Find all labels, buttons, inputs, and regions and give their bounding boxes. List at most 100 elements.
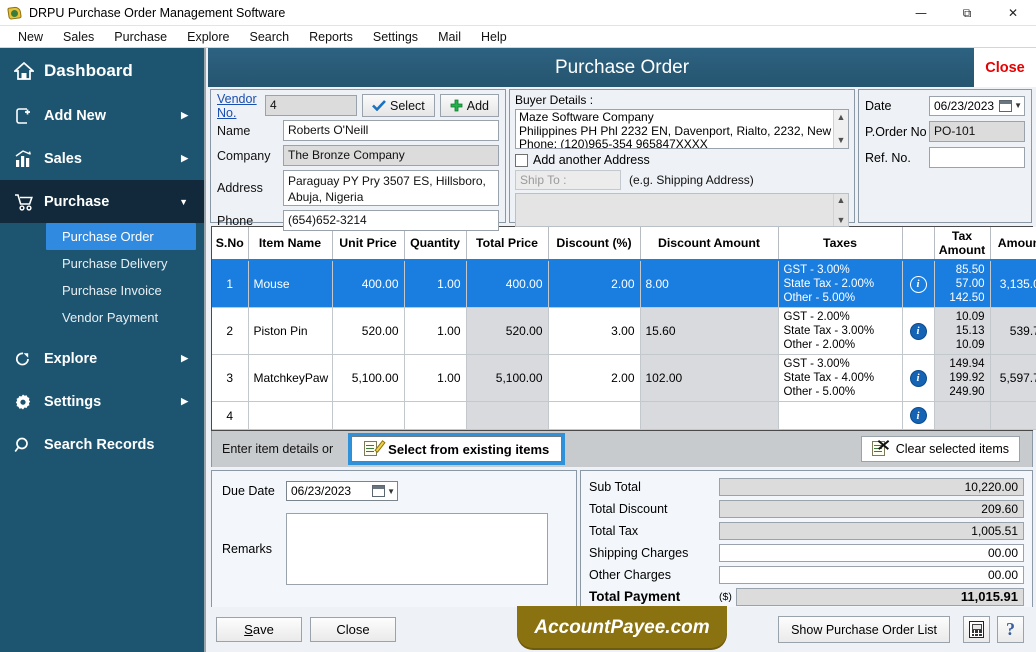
sidebar-item-search-records[interactable]: Search Records <box>0 423 204 466</box>
vendor-company-row: Company The Bronze Company <box>217 145 499 166</box>
vendor-no-label[interactable]: Vendor No. <box>217 92 265 120</box>
table-row[interactable]: 3 MatchkeyPaw 5,100.00 1.00 5,100.00 2.0… <box>212 354 1036 402</box>
vendor-company-input[interactable]: The Bronze Company <box>283 145 499 166</box>
shipping-address-textarea[interactable]: ▲ ▼ <box>515 193 849 227</box>
vendor-address-input[interactable]: Paraguay PY Pry 3507 ES, Hillsboro, Abuj… <box>283 170 499 206</box>
scroll-up-icon[interactable]: ▲ <box>837 111 846 125</box>
close-window-button[interactable]: ✕ <box>990 0 1036 26</box>
shipping-scrollbar[interactable]: ▲ ▼ <box>833 194 848 226</box>
table-row[interactable]: 2 Piston Pin 520.00 1.00 520.00 3.00 15.… <box>212 307 1036 355</box>
cell-discount-pct[interactable]: 2.00 <box>548 260 641 308</box>
sidebar-item-add-new[interactable]: Add New ▶ <box>0 94 204 137</box>
cell-item-name[interactable]: Mouse <box>248 260 333 308</box>
cell-item-name[interactable] <box>248 401 333 430</box>
info-icon[interactable]: i <box>909 322 927 340</box>
cell-info[interactable]: i <box>902 307 935 355</box>
cell-quantity[interactable]: 1.00 <box>404 307 467 355</box>
sidebar-item-purchase[interactable]: Purchase ▼ <box>0 180 204 223</box>
menu-item-new[interactable]: New <box>8 28 53 46</box>
po-number-row: P.Order No PO-101 <box>865 121 1025 142</box>
help-button[interactable]: ? <box>997 616 1024 643</box>
cell-total-price: 5,100.00 <box>466 354 549 402</box>
cell-tax-amount: 149.94 199.92 249.90 <box>934 354 991 402</box>
info-icon[interactable]: i <box>909 407 927 424</box>
menu-item-reports[interactable]: Reports <box>299 28 363 46</box>
sub-total-row: Sub Total 10,220.00 <box>589 477 1024 496</box>
sidebar-item-vendor-payment[interactable]: Vendor Payment <box>0 304 204 331</box>
close-button[interactable]: Close <box>310 617 396 642</box>
vendor-name-input[interactable]: Roberts O'Neill <box>283 120 499 141</box>
cell-item-name[interactable]: MatchkeyPaw <box>248 354 333 402</box>
scroll-up-icon[interactable]: ▲ <box>837 195 846 205</box>
cell-quantity[interactable]: 1.00 <box>404 260 467 308</box>
chevron-down-icon[interactable]: ▼ <box>1014 101 1022 110</box>
chevron-down-icon[interactable]: ▼ <box>387 487 395 496</box>
menu-item-mail[interactable]: Mail <box>428 28 471 46</box>
table-row[interactable]: 1 Mouse 400.00 1.00 400.00 2.00 8.00 GST… <box>212 260 1036 308</box>
scroll-down-icon[interactable]: ▼ <box>837 215 846 225</box>
buyer-details-textarea[interactable]: Maze Software Company Philippines PH Phl… <box>515 109 849 149</box>
clear-selected-items-button[interactable]: Clear selected items <box>860 436 1020 462</box>
vendor-name-label: Name <box>217 123 251 138</box>
col-discount-pct: Discount (%) <box>548 227 641 261</box>
buyer-scrollbar[interactable]: ▲ ▼ <box>833 110 848 148</box>
minimize-button[interactable]: — <box>898 0 944 26</box>
ship-to-input[interactable]: Ship To : <box>515 170 621 190</box>
calculator-button[interactable] <box>963 616 990 643</box>
select-existing-items-button[interactable]: Select from existing items <box>348 433 566 465</box>
cell-taxes: GST - 2.00% State Tax - 3.00% Other - 2.… <box>778 307 903 355</box>
remarks-textarea[interactable] <box>286 513 548 585</box>
order-date-input[interactable]: 06/23/2023 ▼ <box>929 95 1025 116</box>
menu-item-purchase[interactable]: Purchase <box>104 28 177 46</box>
vendor-phone-row: Phone (654)652-3214 <box>217 210 499 231</box>
vendor-phone-input[interactable]: (654)652-3214 <box>283 210 499 231</box>
menu-item-search[interactable]: Search <box>240 28 300 46</box>
add-another-address-row[interactable]: Add another Address <box>515 153 849 167</box>
page-close-button[interactable]: Close <box>974 48 1036 87</box>
scroll-down-icon[interactable]: ▼ <box>837 134 846 148</box>
menu-item-sales[interactable]: Sales <box>53 28 104 46</box>
add-vendor-button[interactable]: Add <box>439 94 499 117</box>
sidebar-item-purchase-delivery[interactable]: Purchase Delivery <box>0 250 204 277</box>
cell-unit-price[interactable]: 400.00 <box>332 260 405 308</box>
sidebar-item-dashboard[interactable]: Dashboard <box>0 48 204 94</box>
vendor-no-input[interactable]: 4 <box>265 95 357 116</box>
sidebar-item-purchase-order[interactable]: Purchase Order <box>46 223 196 250</box>
cell-item-name[interactable]: Piston Pin <box>248 307 333 355</box>
menu-item-help[interactable]: Help <box>471 28 517 46</box>
cell-quantity[interactable] <box>404 401 467 430</box>
sidebar-item-explore[interactable]: Explore ▶ <box>0 337 204 380</box>
sidebar-item-purchase-invoice[interactable]: Purchase Invoice <box>0 277 204 304</box>
cell-discount-pct[interactable] <box>548 401 641 430</box>
cell-info[interactable]: i <box>902 354 935 402</box>
save-button[interactable]: Save <box>216 617 302 642</box>
table-row[interactable]: 4 i <box>212 401 1036 430</box>
cell-info[interactable]: i <box>902 401 935 430</box>
menu-item-settings[interactable]: Settings <box>363 28 428 46</box>
maximize-button[interactable]: ⧉ <box>944 0 990 26</box>
info-icon[interactable]: i <box>909 369 927 387</box>
show-purchase-order-list-button[interactable]: Show Purchase Order List <box>778 616 950 643</box>
cell-unit-price[interactable] <box>332 401 405 430</box>
cell-quantity[interactable]: 1.00 <box>404 354 467 402</box>
cell-unit-price[interactable]: 520.00 <box>332 307 405 355</box>
calendar-icon[interactable] <box>372 485 386 497</box>
header-forms-row: Vendor No. 4 Select Add Name Roberts O'N… <box>208 87 1036 231</box>
cell-info[interactable]: i <box>902 260 935 308</box>
due-date-input[interactable]: 06/23/2023 ▼ <box>286 481 398 501</box>
tax-line: Other - 2.00% <box>783 339 856 351</box>
menu-item-explore[interactable]: Explore <box>177 28 239 46</box>
cell-discount-pct[interactable]: 3.00 <box>548 307 641 355</box>
select-vendor-button[interactable]: Select <box>362 94 435 117</box>
info-icon[interactable]: i <box>909 275 927 293</box>
cell-unit-price[interactable]: 5,100.00 <box>332 354 405 402</box>
ref-number-input[interactable] <box>929 147 1025 168</box>
sidebar-item-sales[interactable]: Sales ▶ <box>0 137 204 180</box>
cell-discount-pct[interactable]: 2.00 <box>548 354 641 402</box>
other-charges-input[interactable]: 00.00 <box>719 565 1024 584</box>
po-number-input[interactable]: PO-101 <box>929 121 1025 142</box>
add-another-address-checkbox[interactable] <box>515 153 528 167</box>
sidebar-item-settings[interactable]: Settings ▶ <box>0 380 204 423</box>
shipping-charges-input[interactable]: 00.00 <box>719 543 1024 562</box>
calendar-icon[interactable] <box>999 99 1013 112</box>
